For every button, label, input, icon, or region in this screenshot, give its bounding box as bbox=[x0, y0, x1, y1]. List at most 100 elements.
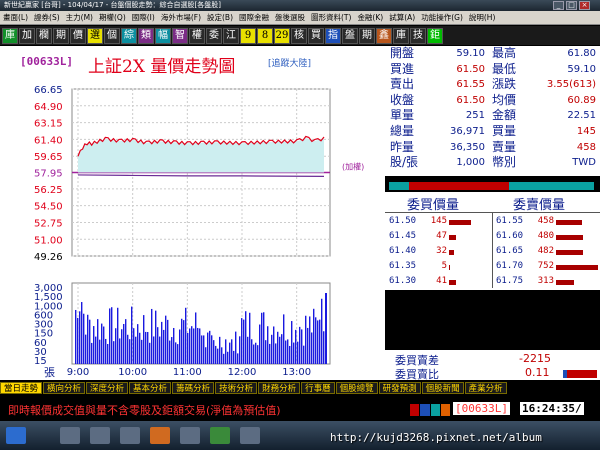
menu-item[interactable]: 盤後選股 bbox=[272, 11, 308, 24]
price-tick-label: 57.95 bbox=[34, 169, 63, 180]
volume-bar bbox=[271, 334, 273, 364]
toolbar-button[interactable]: 期 bbox=[53, 27, 69, 44]
tab-7[interactable]: 行事曆 bbox=[301, 382, 335, 394]
toolbar-button[interactable]: 綜 bbox=[121, 27, 137, 44]
tab-8[interactable]: 個股總覽 bbox=[335, 382, 378, 394]
volume-bar bbox=[155, 310, 157, 364]
volume-bar bbox=[229, 342, 231, 364]
toolbar-button[interactable]: 加 bbox=[19, 27, 35, 44]
taskbar-app-icon[interactable] bbox=[120, 427, 140, 444]
tab-11[interactable]: 產業分析 bbox=[464, 382, 507, 394]
menu-item[interactable]: 國際(I) bbox=[129, 11, 158, 24]
volume-bar bbox=[169, 340, 171, 364]
toolbar-button[interactable]: 鑫 bbox=[376, 27, 392, 44]
menu-item[interactable]: 期權(Q) bbox=[96, 11, 129, 24]
volume-bar bbox=[301, 329, 303, 364]
volume-bar bbox=[255, 342, 257, 364]
toolbar-button[interactable]: 個 bbox=[104, 27, 120, 44]
volume-bar bbox=[141, 339, 143, 364]
taskbar-app-icon[interactable] bbox=[210, 427, 230, 444]
volume-bar bbox=[237, 353, 239, 364]
volume-bar bbox=[131, 306, 133, 364]
menu-item[interactable]: 試算(A) bbox=[386, 11, 418, 24]
toolbar-button[interactable]: 29 bbox=[274, 27, 290, 44]
volume-bar bbox=[227, 351, 229, 364]
quote-value: 61.55 bbox=[456, 79, 485, 91]
chart-canvas[interactable]: 66.65 64.90 63.15 61.40 59.65 57.95 56.25 54.50… bbox=[0, 46, 385, 380]
toolbar-button[interactable]: 8 bbox=[257, 27, 273, 44]
diff-value: -2215 bbox=[519, 352, 551, 365]
volume-bar bbox=[321, 298, 323, 364]
toolbar-button[interactable]: 江 bbox=[223, 27, 239, 44]
taskbar-app-icon[interactable] bbox=[60, 427, 80, 444]
tab-4[interactable]: 籌碼分析 bbox=[172, 382, 215, 394]
toolbar-button[interactable]: 指 bbox=[325, 27, 341, 44]
tab-5[interactable]: 技術分析 bbox=[215, 382, 258, 394]
volume-bar bbox=[167, 319, 169, 364]
volume-bar bbox=[281, 334, 283, 364]
toolbar-button[interactable]: 選 bbox=[87, 27, 103, 44]
toolbar-button[interactable]: 欄 bbox=[36, 27, 52, 44]
order-depth-bar bbox=[449, 280, 456, 285]
quote-row: 昨量 36,350 賣量 458 bbox=[385, 140, 600, 156]
tab-10[interactable]: 個股新聞 bbox=[421, 382, 464, 394]
close-button[interactable]: × bbox=[579, 1, 590, 10]
volume-bar bbox=[185, 307, 187, 364]
volume-bar bbox=[119, 338, 121, 364]
tab-9[interactable]: 研發預測 bbox=[378, 382, 421, 394]
menu-item[interactable]: 畫面(L) bbox=[0, 11, 31, 24]
time-tick-label: 11:00 bbox=[173, 367, 202, 378]
taskbar-app-icon[interactable] bbox=[240, 427, 260, 444]
toolbar-button[interactable]: 委 bbox=[206, 27, 222, 44]
menu-item[interactable]: 主力(M) bbox=[63, 11, 96, 24]
toolbar-button[interactable]: 期 bbox=[359, 27, 375, 44]
volume-bar bbox=[189, 328, 191, 364]
order-depth-bar bbox=[556, 235, 583, 240]
volume-bar bbox=[205, 347, 207, 364]
quote-row: 買進 61.50 最低 59.10 bbox=[385, 62, 600, 78]
weighted-index-label: (加權) bbox=[342, 162, 364, 172]
order-price: 61.40 bbox=[389, 246, 417, 256]
status-code: [00633L] bbox=[453, 402, 510, 415]
taskbar-app-icon[interactable] bbox=[150, 427, 170, 444]
toolbar-button[interactable]: 9 bbox=[240, 27, 256, 44]
menu-item[interactable]: 圖形資料(T) bbox=[308, 11, 354, 24]
order-depth-bar bbox=[449, 250, 454, 255]
maximize-button[interactable]: □ bbox=[566, 1, 577, 10]
volume-bar bbox=[247, 336, 249, 364]
start-icon[interactable] bbox=[6, 427, 26, 444]
toolbar-button[interactable]: 類 bbox=[138, 27, 154, 44]
toolbar-button[interactable]: 技 bbox=[410, 27, 426, 44]
menu-item[interactable]: 證券(S) bbox=[31, 11, 63, 24]
toolbar-button[interactable]: 權 bbox=[189, 27, 205, 44]
menu-item[interactable]: 金融(K) bbox=[354, 11, 386, 24]
taskbar-app-icon[interactable] bbox=[90, 427, 110, 444]
quote-label: 最高 bbox=[492, 46, 517, 60]
volume-bar bbox=[139, 332, 141, 364]
volume-bar bbox=[325, 293, 327, 364]
menu-item[interactable]: 說明(H) bbox=[466, 11, 499, 24]
toolbar-button[interactable]: 庫 bbox=[2, 27, 18, 44]
tab-6[interactable]: 財務分析 bbox=[258, 382, 301, 394]
toolbar-button[interactable]: 核 bbox=[291, 27, 307, 44]
menu-item[interactable]: 設定(B) bbox=[204, 11, 236, 24]
toolbar-button[interactable]: 價 bbox=[70, 27, 86, 44]
taskbar-app-icon[interactable] bbox=[180, 427, 200, 444]
tab-2[interactable]: 深度分析 bbox=[86, 382, 129, 394]
toolbar-button[interactable]: 智 bbox=[172, 27, 188, 44]
toolbar-button[interactable]: 幅 bbox=[155, 27, 171, 44]
order-price: 61.30 bbox=[389, 276, 417, 286]
menu-item[interactable]: 國際金融 bbox=[236, 11, 272, 24]
tab-3[interactable]: 基本分析 bbox=[129, 382, 172, 394]
minimize-button[interactable]: _ bbox=[553, 1, 564, 10]
menu-item[interactable]: 海外市場(F) bbox=[158, 11, 204, 24]
toolbar-button[interactable]: 鉅 bbox=[427, 27, 443, 44]
quote-panel: 開盤 59.10 最高 61.80 買進 61.50 最低 59.10 賣出 61.55 漲跌 3.5… bbox=[385, 46, 600, 381]
tab-0[interactable]: 當日走勢 bbox=[0, 382, 43, 394]
menu-item[interactable]: 功能操作(G) bbox=[418, 11, 466, 24]
tab-1[interactable]: 橫向分析 bbox=[43, 382, 86, 394]
toolbar-button[interactable]: 庫 bbox=[393, 27, 409, 44]
volume-bar bbox=[241, 318, 243, 364]
toolbar-button[interactable]: 買 bbox=[308, 27, 324, 44]
toolbar-button[interactable]: 盤 bbox=[342, 27, 358, 44]
